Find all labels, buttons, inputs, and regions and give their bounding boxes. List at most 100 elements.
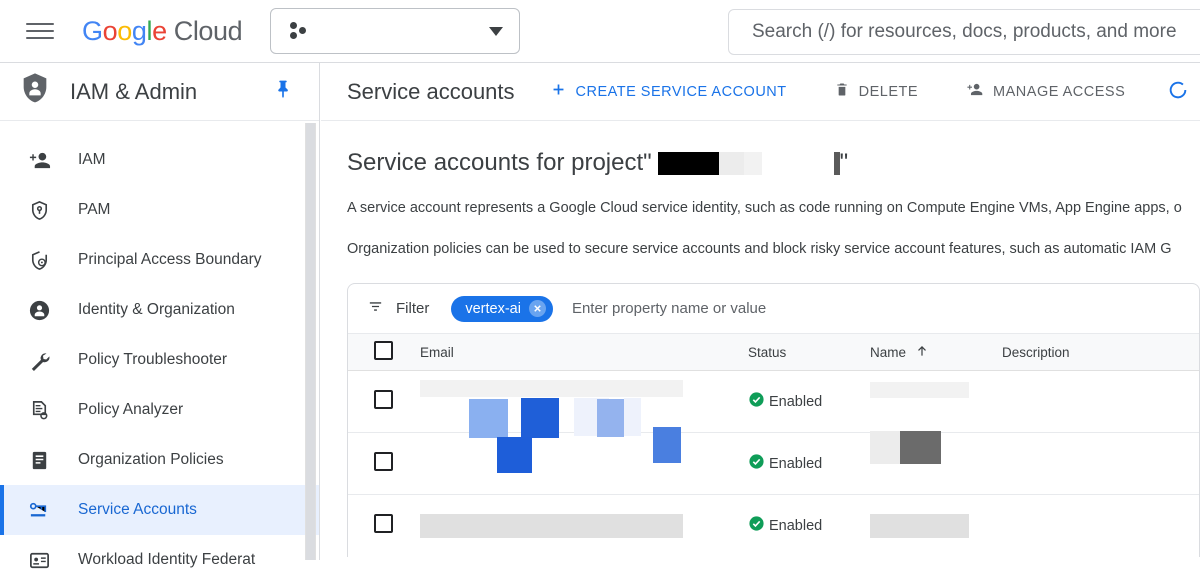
column-header-email[interactable]: Email — [420, 333, 748, 371]
cell-name — [870, 430, 1002, 495]
cell-email — [420, 495, 748, 557]
blue-redaction-block — [653, 427, 681, 463]
column-header-status[interactable]: Status — [748, 333, 870, 371]
cell-email — [420, 432, 748, 495]
refresh-icon — [1167, 79, 1189, 105]
scrollbar-thumb[interactable] — [306, 123, 315, 560]
name-redaction — [870, 513, 969, 538]
description-line-1: A service account represents a Google Cl… — [347, 200, 1182, 216]
refresh-button[interactable] — [1167, 79, 1189, 105]
person-add-icon — [26, 148, 52, 172]
sidebar-item-label: Workload Identity Federat — [78, 551, 256, 568]
check-circle-icon — [748, 515, 765, 536]
cell-description — [1002, 495, 1199, 557]
column-header-description[interactable]: Description — [1002, 333, 1199, 371]
row-checkbox-cell[interactable] — [348, 370, 420, 433]
quote-close: " — [839, 149, 849, 176]
row-checkbox-cell[interactable] — [348, 495, 420, 557]
select-all-header[interactable] — [348, 333, 420, 371]
sidebar-item-identity-organization[interactable]: Identity & Organization — [0, 285, 319, 335]
google-cloud-logo[interactable]: Google Cloud — [82, 15, 243, 47]
sidebar-item-label: Policy Troubleshooter — [78, 351, 228, 368]
document-search-icon — [26, 398, 52, 422]
status-label: Enabled — [769, 455, 823, 472]
checkbox-unchecked[interactable] — [374, 451, 393, 471]
cell-description — [1002, 432, 1199, 495]
service-accounts-table: Email Status Name Description Enabled En… — [348, 333, 1199, 557]
main-toolbar: Service accounts CREATE SERVICE ACCOUNT … — [321, 63, 1200, 121]
sidebar-nav-list: IAM PAM Principal Access Boundary Identi… — [0, 121, 319, 585]
table-header-row: Email Status Name Description — [348, 333, 1199, 371]
cell-status: Enabled — [748, 370, 870, 433]
project-selector[interactable] — [270, 8, 521, 54]
quote-open: " — [643, 149, 652, 176]
chevron-down-icon — [489, 26, 504, 36]
status-badge: Enabled — [748, 515, 870, 536]
close-circle-icon[interactable] — [528, 300, 546, 317]
checkbox-unchecked[interactable] — [374, 389, 393, 409]
list-document-icon — [26, 448, 52, 472]
sidebar-item-organization-policies[interactable]: Organization Policies — [0, 435, 319, 485]
check-circle-icon — [748, 453, 765, 474]
manage-access-button[interactable]: MANAGE ACCESS — [965, 81, 1125, 102]
search-placeholder: Search (/) for resources, docs, products… — [752, 21, 1177, 42]
sidebar-item-policy-analyzer[interactable]: Policy Analyzer — [0, 385, 319, 435]
project-name-redaction — [657, 149, 840, 177]
sidebar-item-workload-identity-federation[interactable]: Workload Identity Federat — [0, 535, 319, 585]
filter-chip-label: vertex-ai — [465, 300, 521, 317]
cell-status: Enabled — [748, 495, 870, 557]
filter-chip-vertex-ai[interactable]: vertex-ai — [451, 295, 553, 322]
table-row[interactable]: Enabled — [348, 430, 1199, 495]
sidebar-item-label: Policy Analyzer — [78, 401, 184, 418]
cell-name — [870, 495, 1002, 557]
delete-button[interactable]: DELETE — [834, 81, 918, 102]
plus-icon — [550, 81, 567, 102]
description-line-2: Organization policies can be used to sec… — [347, 241, 1172, 257]
pin-icon[interactable] — [273, 78, 293, 105]
sidebar-item-pam[interactable]: PAM — [0, 185, 319, 235]
badge-icon — [26, 548, 52, 572]
blue-redaction-block — [521, 398, 559, 438]
page-title: IAM & Admin — [70, 78, 198, 104]
sidebar-item-principal-access-boundary[interactable]: Principal Access Boundary — [0, 235, 319, 285]
create-service-account-label: CREATE SERVICE ACCOUNT — [575, 83, 787, 100]
sidebar-item-policy-troubleshooter[interactable]: Policy Troubleshooter — [0, 335, 319, 385]
blue-redaction-block — [597, 399, 624, 437]
sidebar-scrollbar[interactable] — [305, 123, 316, 560]
shield-user-icon — [26, 248, 52, 272]
filter-label: Filter — [396, 300, 430, 317]
shield-person-icon — [18, 72, 52, 111]
filter-icon[interactable] — [366, 298, 385, 320]
filter-input-placeholder: Enter property name or value — [571, 300, 767, 317]
status-label: Enabled — [769, 393, 823, 410]
name-redaction — [870, 430, 969, 464]
project-heading-prefix: Service accounts for project — [347, 149, 644, 176]
google-wordmark: Google — [82, 15, 167, 46]
sidebar-item-iam[interactable]: IAM — [0, 135, 319, 185]
shield-pin-icon — [26, 198, 52, 222]
check-circle-icon — [748, 391, 765, 412]
key-card-icon — [26, 498, 52, 522]
status-label: Enabled — [769, 517, 823, 534]
sidebar-item-label: Organization Policies — [78, 451, 224, 468]
filter-property-input[interactable]: Enter property name or value — [572, 300, 766, 317]
row-checkbox-cell[interactable] — [348, 432, 420, 495]
create-service-account-button[interactable]: CREATE SERVICE ACCOUNT — [550, 81, 787, 102]
manage-access-label: MANAGE ACCESS — [993, 83, 1126, 100]
checkbox-unchecked[interactable] — [374, 341, 393, 360]
checkbox-unchecked[interactable] — [374, 513, 393, 533]
sidebar-header: IAM & Admin — [0, 63, 319, 121]
search-input[interactable]: Search (/) for resources, docs, products… — [728, 9, 1200, 55]
column-header-name[interactable]: Name — [870, 333, 1002, 371]
email-redaction — [420, 379, 683, 397]
hamburger-menu-icon[interactable] — [26, 16, 56, 46]
iam-admin-sidebar: IAM & Admin IAM PAM Principal Access Bou… — [0, 63, 320, 568]
sidebar-item-label: IAM — [78, 151, 106, 168]
table-row[interactable]: Enabled — [348, 495, 1199, 557]
email-redaction — [420, 513, 683, 538]
content-body: Service accounts for project " " A servi… — [321, 121, 1200, 557]
cell-status: Enabled — [748, 432, 870, 495]
account-circle-icon — [26, 298, 52, 322]
project-heading: Service accounts for project " " — [347, 147, 1200, 179]
sidebar-item-service-accounts[interactable]: Service Accounts — [0, 485, 319, 535]
